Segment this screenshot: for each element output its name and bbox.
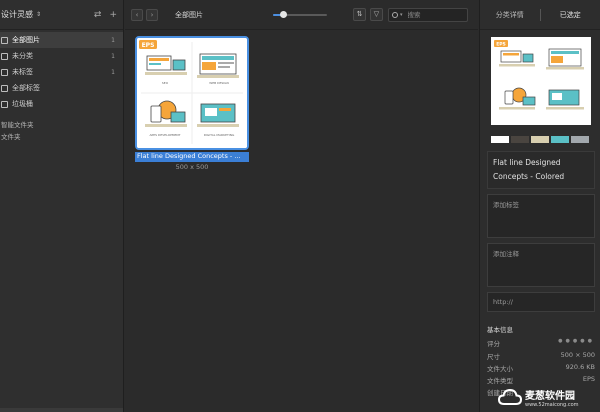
library-title[interactable]: 设计灵感 [1,9,33,20]
sidebar-item-count: 1 [111,52,115,60]
filter-icon: ▽ [373,10,380,18]
image-title-field[interactable]: Flat line Designed Concepts - Colored [487,151,595,189]
sidebar-section-folders[interactable]: 文件夹 [0,130,123,142]
search-box[interactable]: ▾ [388,8,468,22]
forward-button[interactable]: › [146,8,158,21]
svg-text:APPS DEVELOPMENT: APPS DEVELOPMENT [150,133,181,137]
sidebar-section-smart-folders[interactable]: 智能文件夹 [0,118,123,130]
zoom-slider[interactable] [273,11,327,18]
basic-info-heading: 基本信息 [487,326,513,334]
rating-stars[interactable]: ●●●●● [558,338,595,348]
chevron-updown-icon[interactable]: ⇕ [36,11,41,18]
svg-text:SEO: SEO [162,81,169,85]
svg-text:EPS: EPS [142,42,155,49]
sidebar-item-all-images[interactable]: 全部图片 1 [0,32,123,48]
info-row-rating: 评分 ●●●●● [487,338,595,348]
thumbnail-filename[interactable]: Flat line Designed Concepts - ... [135,152,249,162]
sidebar-header: 设计灵感 ⇕ ⇄ + [0,0,123,30]
tab-category-details[interactable]: 分类详情 [480,10,540,20]
main-area: ‹ › 全部图片 ⇅ ▽ ▾ EPS SEO [125,0,478,412]
color-swatch[interactable] [511,136,529,143]
info-row-filesize: 文件大小 920.6 KB [487,363,595,373]
swap-icon[interactable]: ⇄ [94,10,102,20]
svg-text:DIGITAL MARKETING: DIGITAL MARKETING [204,133,235,137]
notes-field[interactable]: 添加注释 [487,243,595,287]
trash-icon [1,100,8,108]
tags-icon [1,84,8,92]
tags-field[interactable]: 添加标签 [487,194,595,238]
inspector-preview: EPS [491,37,591,125]
svg-text:WEB DESIGN: WEB DESIGN [209,81,228,85]
zoom-slider-handle[interactable] [280,11,288,18]
cloud-logo-icon [498,388,522,405]
info-row-size: 尺寸 500 × 500 [487,351,595,361]
site-watermark: 麦葱软件园 www.52maicong.com [498,384,596,410]
tab-selected[interactable]: 已选定 [541,10,600,20]
watermark-name: 麦葱软件园 [525,390,575,402]
sidebar-item-label: 全部标签 [12,84,40,92]
color-swatch[interactable] [531,136,549,143]
sidebar-item-trash[interactable]: 垃圾桶 [0,96,123,112]
sidebar-item-count: 1 [111,68,115,76]
sidebar-item-label: 垃圾桶 [12,100,33,108]
color-palette [491,136,589,143]
sidebar-item-count: 1 [111,36,115,44]
sidebar-scrollbar[interactable] [0,408,123,412]
sort-icon: ⇅ [356,10,363,18]
preview-illustration: EPS [491,37,591,125]
inspector-tabs: 分类详情 已选定 [480,0,600,30]
search-input[interactable] [407,11,458,19]
back-button[interactable]: ‹ [131,8,143,21]
concepts-illustration: EPS SEO WEB DESIGN APPS DEVELOPMENT DIGI… [137,38,247,148]
inspector-panel: 分类详情 已选定 EPS Flat line Designed Concepts… [479,0,600,412]
folder-icon [1,52,8,60]
sidebar-item-all-tags[interactable]: 全部标签 [0,80,123,96]
filter-button[interactable]: ▽ [370,8,383,21]
chevron-down-icon[interactable]: ▾ [400,12,403,18]
sidebar-item-label: 未标签 [12,68,33,76]
sidebar-item-uncategorized[interactable]: 未分类 1 [0,48,123,64]
sidebar-item-label: 未分类 [12,52,33,60]
images-icon [1,36,8,44]
color-swatch[interactable] [491,136,509,143]
add-icon[interactable]: + [109,10,117,20]
search-icon [392,12,398,18]
image-thumbnail[interactable]: EPS SEO WEB DESIGN APPS DEVELOPMENT DIGI… [135,36,249,150]
url-field[interactable]: http:// [487,292,595,312]
tag-icon [1,68,8,76]
thumbnail-dimensions: 500 x 500 [175,163,209,171]
color-swatch[interactable] [551,136,569,143]
watermark-url: www.52maicong.com [525,401,579,408]
view-title: 全部图片 [175,10,203,19]
sidebar-item-untagged[interactable]: 未标签 1 [0,64,123,80]
color-swatch[interactable] [571,136,589,143]
sidebar: 设计灵感 ⇕ ⇄ + 全部图片 1 未分类 1 未标签 1 全部标签 垃圾桶 智… [0,0,124,412]
sort-button[interactable]: ⇅ [353,8,366,21]
svg-text:EPS: EPS [496,42,506,48]
sidebar-item-label: 全部图片 [12,36,40,44]
